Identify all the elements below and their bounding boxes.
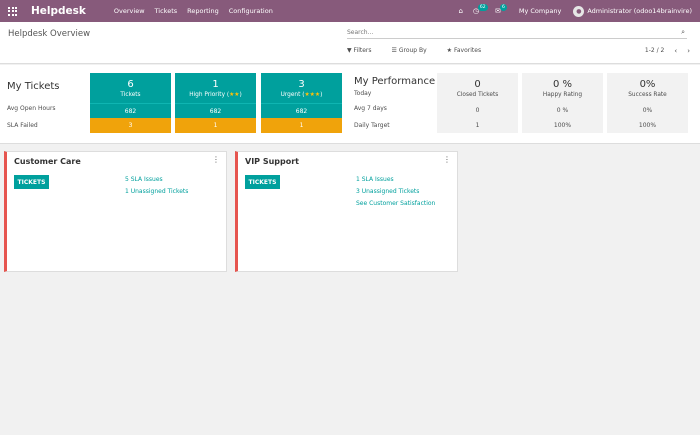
success-rate-target: 100%	[607, 118, 688, 133]
pager-value[interactable]: 1-2 / 2	[645, 47, 664, 55]
customer-satisfaction-link[interactable]: See Customer Satisfaction	[356, 200, 435, 207]
control-panel: Helpdesk Overview ⌕ ▼ Filters ☰ Group By…	[0, 22, 700, 64]
success-rate-avg: 0%	[607, 103, 688, 118]
kebab-menu-icon[interactable]: ⋮	[212, 155, 220, 164]
sla-issues-link[interactable]: 5 SLA Issues	[125, 176, 188, 183]
my-tickets-title: My Tickets	[7, 81, 60, 92]
chevron-left-icon[interactable]: ‹	[674, 47, 677, 55]
closed-tickets-tile: 0 Closed Tickets	[437, 73, 518, 103]
tile-label: Happy Rating	[542, 91, 583, 98]
top-navbar: Helpdesk Overview Tickets Reporting Conf…	[0, 0, 700, 22]
team-card-customer-care: Customer Care ⋮ TICKETS 5 SLA Issues 1 U…	[4, 151, 227, 272]
menu-reporting[interactable]: Reporting	[187, 7, 219, 15]
search-icon[interactable]: ⌕	[681, 28, 685, 37]
groupby-button[interactable]: ☰ Group By	[392, 47, 437, 54]
tile-label-text: Urgent (	[280, 91, 305, 98]
urgent-tile[interactable]: 3 Urgent (★★★)	[261, 73, 342, 103]
filters-label: Filters	[353, 47, 372, 54]
avg-open-hours-label: Avg Open Hours	[7, 105, 56, 112]
menu-overview[interactable]: Overview	[114, 7, 145, 15]
filters-button[interactable]: ▼ Filters	[347, 47, 382, 54]
tile-label: Urgent (★★★)	[281, 92, 323, 98]
favorites-label: Favorites	[453, 47, 482, 54]
menu-tickets[interactable]: Tickets	[155, 7, 178, 15]
team-card-vip-support: VIP Support ⋮ TICKETS 1 SLA Issues 3 Una…	[235, 151, 458, 272]
happy-rating-tile: 0 % Happy Rating	[522, 73, 603, 103]
sla-issues-link[interactable]: 1 SLA Issues	[356, 176, 435, 183]
groupby-label: Group By	[398, 47, 427, 54]
company-switcher[interactable]: My Company	[519, 7, 561, 15]
tile-value: 0%	[639, 78, 656, 90]
activity-badge: 62	[477, 4, 488, 11]
tickets-tile[interactable]: 6 Tickets	[90, 73, 171, 103]
urgent-avg-cell[interactable]: 682	[261, 103, 342, 118]
tickets-sla-cell[interactable]: 3	[90, 118, 171, 133]
unassigned-tickets-link[interactable]: 3 Unassigned Tickets	[356, 188, 435, 195]
daily-target-label: Daily Target	[354, 122, 390, 129]
search-input[interactable]	[347, 27, 667, 38]
tile-label-end: )	[239, 91, 242, 98]
team-title: VIP Support	[245, 157, 299, 166]
pager: 1-2 / 2 ‹ ›	[645, 47, 690, 55]
user-menu[interactable]: Administrator (odoo14brainvire)	[587, 7, 692, 15]
navbar-systray: ⌂ ◷ 62 ✉ 6 My Company ● Administrator (odo…	[448, 0, 692, 22]
tickets-button[interactable]: TICKETS	[245, 175, 280, 189]
activity-icon[interactable]: ◷ 62	[473, 4, 488, 15]
avg-7-days-label: Avg 7 days	[354, 105, 387, 112]
team-links: 5 SLA Issues 1 Unassigned Tickets	[125, 176, 188, 200]
high-priority-sla-cell[interactable]: 1	[175, 118, 256, 133]
success-rate-tile: 0% Success Rate	[607, 73, 688, 103]
today-label: Today	[354, 90, 372, 97]
tile-label: Success Rate	[628, 91, 667, 98]
sla-failed-label: SLA Failed	[7, 122, 38, 129]
tile-label: High Priority (★★)	[189, 92, 242, 98]
app-brand[interactable]: Helpdesk	[31, 5, 86, 17]
team-title: Customer Care	[14, 157, 81, 166]
tile-value: 0	[474, 78, 481, 90]
search-options: ▼ Filters ☰ Group By ★ Favorites	[347, 47, 501, 54]
happy-rating-avg: 0 %	[522, 103, 603, 118]
tile-label: Tickets	[120, 91, 141, 98]
high-priority-tile[interactable]: 1 High Priority (★★)	[175, 73, 256, 103]
favorites-button[interactable]: ★ Favorites	[447, 47, 491, 54]
tile-label: Closed Tickets	[456, 91, 499, 98]
team-links: 1 SLA Issues 3 Unassigned Tickets See Cu…	[356, 176, 435, 212]
chevron-right-icon[interactable]: ›	[687, 47, 690, 55]
menu-configuration[interactable]: Configuration	[229, 7, 273, 15]
high-priority-avg-cell[interactable]: 682	[175, 103, 256, 118]
priority-stars-icon: ★★★	[304, 91, 321, 98]
tile-label-text: High Priority (	[189, 91, 230, 98]
tile-value: 6	[127, 78, 134, 90]
tickets-avg-cell[interactable]: 682	[90, 103, 171, 118]
helpdesk-dashboard: My Tickets Avg Open Hours SLA Failed 6 T…	[0, 65, 700, 144]
my-performance-title: My Performance	[354, 76, 436, 87]
tile-value: 1	[212, 78, 219, 90]
apps-menu-icon[interactable]	[8, 6, 17, 16]
closed-tickets-avg: 0	[437, 103, 518, 118]
unassigned-tickets-link[interactable]: 1 Unassigned Tickets	[125, 188, 188, 195]
tile-value: 0 %	[552, 78, 573, 90]
closed-tickets-target: 1	[437, 118, 518, 133]
happy-rating-target: 100%	[522, 118, 603, 133]
kebab-menu-icon[interactable]: ⋮	[443, 155, 451, 164]
chat-badge: 6	[500, 4, 507, 11]
priority-stars-icon: ★★	[229, 91, 240, 98]
urgent-sla-cell[interactable]: 1	[261, 118, 342, 133]
user-avatar[interactable]: ●	[573, 5, 585, 17]
home-icon[interactable]: ⌂	[458, 7, 462, 15]
tickets-button[interactable]: TICKETS	[14, 175, 49, 189]
tile-value: 3	[298, 78, 305, 90]
main-menu: Overview Tickets Reporting Configuration	[114, 7, 283, 15]
search-bar: ⌕	[347, 27, 687, 39]
chat-icon[interactable]: ✉ 6	[495, 4, 507, 15]
page-title: Helpdesk Overview	[8, 29, 91, 39]
tile-label-end: )	[320, 91, 323, 98]
